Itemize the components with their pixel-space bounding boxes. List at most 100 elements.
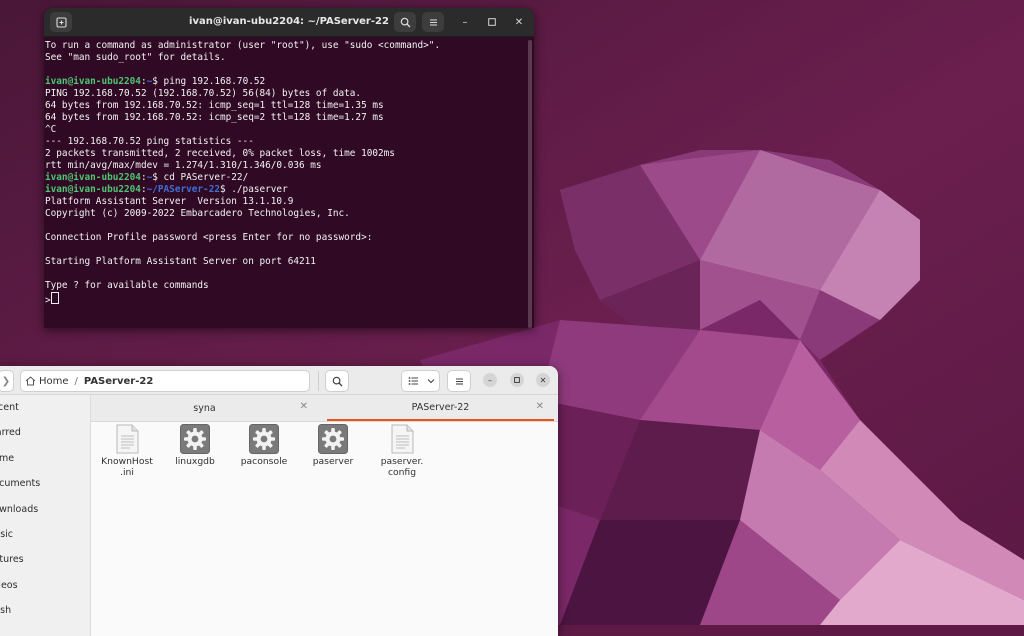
path-home[interactable]: Home [21,376,73,387]
prompt-user: ivan@ivan-ubu2204 [45,184,141,195]
prompt-command: $ ping 192.168.70.52 [152,76,266,87]
terminal-scrollbar[interactable] [528,40,532,328]
file-name: paserver. config [380,456,424,478]
file-grid[interactable]: KnownHost .ini linuxgdb paconsole paserver p… [91,422,558,636]
file-name: paserver [312,456,354,467]
tab-label: syna [193,402,216,414]
sidebar-item-home[interactable]: Home [0,446,90,471]
terminal-line: ^C [45,124,524,136]
sidebar-item-label: Trash [0,605,12,617]
terminal-menu-button[interactable] [422,12,444,32]
search-icon [400,17,410,27]
text-cursor [50,292,59,304]
files-close-button[interactable]: ✕ [536,373,550,387]
executable-gear-icon [249,424,279,454]
terminal-line: ivan@ivan-ubu2204:~/PAServer-22$ ./paser… [45,184,524,196]
text-file-icon [112,424,142,454]
sidebar-item-label: Downloads [0,503,39,515]
line-text: To run a command as administrator (user … [45,40,441,51]
line-text: rtt min/avg/max/mdev = 1.274/1.310/1.346… [45,160,322,171]
file-name: KnownHost .ini [101,456,153,478]
tab-paserver-22[interactable]: PAServer-22 ✕ [327,395,554,421]
places-sidebar[interactable]: Recent Starred Home Documents Downloads Music… [0,395,91,636]
terminal-line: 2 packets transmitted, 2 received, 0% pa… [45,148,524,160]
sidebar-item-pictures[interactable]: Pictures [0,547,90,572]
text-file-icon [387,424,417,454]
sidebar-item-videos[interactable]: Videos [0,573,90,598]
tab-label: PAServer-22 [411,401,470,413]
sidebar-item-music[interactable]: Music [0,522,90,547]
prompt-user: ivan@ivan-ubu2204 [45,76,141,87]
files-window[interactable]: ❯ Home / PAServer-22 – ✕ cent rred me cu… [0,366,558,636]
file-item[interactable]: paserver. config [368,424,436,478]
files-maximize-button[interactable] [510,373,524,387]
forward-button[interactable]: ❯ [0,370,14,392]
path-current[interactable]: PAServer-22 [80,376,157,387]
terminal-line: PING 192.168.70.52 (192.168.70.52) 56(84… [45,88,524,100]
line-text: See "man sudo_root" for details. [45,52,226,63]
maximize-icon [488,18,496,26]
sidebar-item-downloads[interactable]: Downloads [0,497,90,522]
terminal-line: Platform Assistant Server Version 13.1.1… [45,196,524,208]
chevron-down-icon [427,379,435,384]
files-minimize-button[interactable]: – [483,373,497,387]
files-headerbar[interactable]: ❯ Home / PAServer-22 – ✕ [0,366,558,395]
sidebar-item-starred[interactable]: Starred [0,420,90,445]
path-home-label: Home [39,375,69,387]
terminal-search-button[interactable] [394,12,416,32]
file-item[interactable]: paserver [299,424,367,467]
sidebar-item-label: Recent [0,402,19,413]
executable-gear-icon [318,424,348,454]
tab-bar[interactable]: syna ✕ PAServer-22 ✕ [91,395,558,422]
sidebar-item-label: Pictures [0,554,24,566]
hamburger-menu-icon [429,18,437,26]
minimize-button[interactable]: – [458,15,472,29]
path-separator: / [74,375,78,387]
sidebar-item-label: Videos [0,579,18,591]
sidebar-item-label: Music [0,528,14,540]
sidebar-item-documents[interactable]: Documents [0,471,90,496]
line-text: Platform Assistant Server Version 13.1.1… [45,196,294,207]
file-item[interactable]: paconsole [230,424,298,467]
hamburger-menu-icon [455,377,463,385]
close-button[interactable]: ✕ [512,15,526,29]
list-view-icon [408,377,418,385]
home-icon [25,376,36,386]
terminal-line: > [45,292,524,306]
line-text: 64 bytes from 192.168.70.52: icmp_seq=2 … [45,112,384,123]
sidebar-item-label: Home [0,452,15,464]
terminal-window[interactable]: ivan@ivan-ubu2204: ~/PAServer-22 – ✕ To … [44,8,534,328]
sidebar-item-label: Documents [0,478,41,490]
view-options-button[interactable] [423,370,440,392]
path-bar[interactable]: Home / PAServer-22 [20,370,331,392]
file-name: paconsole [240,456,288,467]
line-text: 64 bytes from 192.168.70.52: icmp_seq=1 … [45,100,384,111]
terminal-line: ivan@ivan-ubu2204:~$ ping 192.168.70.52 [45,76,524,88]
tab-syna[interactable]: syna ✕ [91,395,318,421]
tab-close-icon[interactable]: ✕ [536,401,544,412]
executable-gear-icon [180,424,210,454]
files-menu-button[interactable] [447,370,471,392]
line-text: Copyright (c) 2009-2022 Embarcadero Tech… [45,208,350,219]
file-item[interactable]: KnownHost .ini [93,424,161,478]
line-text: PING 192.168.70.52 (192.168.70.52) 56(84… [45,88,362,99]
sidebar-item-recent[interactable]: Recent [0,395,90,420]
chevron-right-icon: ❯ [1,375,11,387]
terminal-line: rtt min/avg/max/mdev = 1.274/1.310/1.346… [45,160,524,172]
files-search-button[interactable] [325,370,349,392]
tab-close-icon[interactable]: ✕ [300,401,308,412]
sidebar-item-trash[interactable]: Trash [0,598,90,623]
terminal-line: ivan@ivan-ubu2204:~$ cd PAServer-22/ [45,172,524,184]
line-text: Starting Platform Assistant Server on po… [45,256,316,267]
maximize-button[interactable] [485,15,499,29]
view-list-button[interactable] [401,370,425,392]
file-item[interactable]: linuxgdb [161,424,229,467]
terminal-line: 64 bytes from 192.168.70.52: icmp_seq=2 … [45,112,524,124]
terminal-line: Connection Profile password <press Enter… [45,232,524,244]
terminal-line: Copyright (c) 2009-2022 Embarcadero Tech… [45,208,524,220]
prompt-user: ivan@ivan-ubu2204 [45,172,141,183]
terminal-line: See "man sudo_root" for details. [45,52,524,64]
terminal-titlebar[interactable]: ivan@ivan-ubu2204: ~/PAServer-22 – ✕ [44,8,534,37]
terminal-output[interactable]: To run a command as administrator (user … [45,40,524,328]
